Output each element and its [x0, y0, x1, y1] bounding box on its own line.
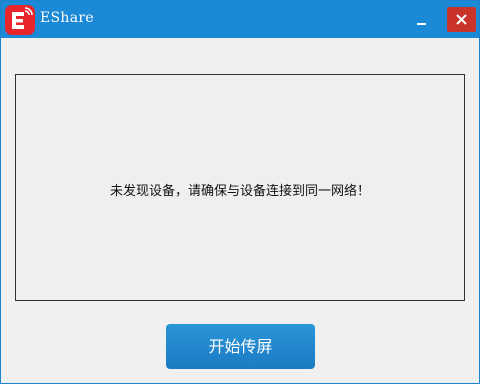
no-device-message: 未发现设备，请确保与设备连接到同一网络！ [109, 184, 370, 199]
title-bar[interactable]: EShare [1, 1, 479, 38]
eshare-logo-icon [5, 5, 35, 35]
window-title: EShare [40, 10, 94, 26]
close-icon [456, 14, 467, 25]
device-list-panel: 未发现设备，请确保与设备连接到同一网络！ [15, 74, 465, 301]
eshare-window: EShare 未发现设备，请确保与设备连接到同一网络！ 开始传屏 [0, 0, 480, 384]
close-button[interactable] [447, 7, 476, 32]
start-screen-cast-button[interactable]: 开始传屏 [166, 324, 315, 369]
minimize-button[interactable] [407, 7, 437, 32]
